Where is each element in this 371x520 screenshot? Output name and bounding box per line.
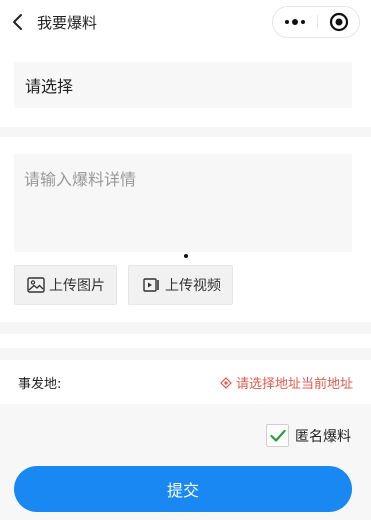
page-title: 我要爆料 (37, 14, 98, 32)
close-button[interactable] (318, 7, 360, 37)
chevron-left-icon (13, 14, 22, 30)
video-icon (143, 277, 161, 293)
more-button[interactable] (273, 7, 317, 37)
location-pin-icon (220, 376, 232, 389)
target-circle-icon (329, 12, 349, 32)
more-dots-icon (285, 19, 305, 25)
mini-program-capsule (272, 6, 360, 38)
category-select[interactable]: 请选择 (14, 62, 352, 108)
section-divider (0, 348, 371, 360)
location-label: 事发地: (18, 377, 62, 392)
anonymous-toggle[interactable]: 匿名爆料 (266, 424, 351, 447)
back-button[interactable] (8, 10, 26, 34)
section-divider (0, 127, 371, 137)
location-select-link[interactable]: 请选择地址当前地址 (220, 373, 353, 392)
anonymous-checkbox[interactable] (266, 424, 289, 447)
upload-video-button[interactable]: 上传视频 (128, 265, 233, 305)
checkmark-icon (269, 429, 286, 442)
upload-image-button[interactable]: 上传图片 (14, 265, 117, 305)
upload-image-label: 上传图片 (49, 278, 105, 294)
upload-video-label: 上传视频 (165, 278, 221, 294)
section-divider (0, 322, 371, 334)
detail-textarea[interactable] (14, 154, 352, 252)
location-action-label: 请选择地址当前地址 (235, 377, 353, 392)
nav-bar: 我要爆料 (0, 0, 371, 44)
submit-button[interactable]: 提交 (14, 466, 352, 512)
category-select-label: 请选择 (25, 77, 74, 96)
image-icon (27, 277, 45, 293)
anonymous-label: 匿名爆料 (295, 428, 351, 445)
cursor-dot (184, 254, 188, 258)
